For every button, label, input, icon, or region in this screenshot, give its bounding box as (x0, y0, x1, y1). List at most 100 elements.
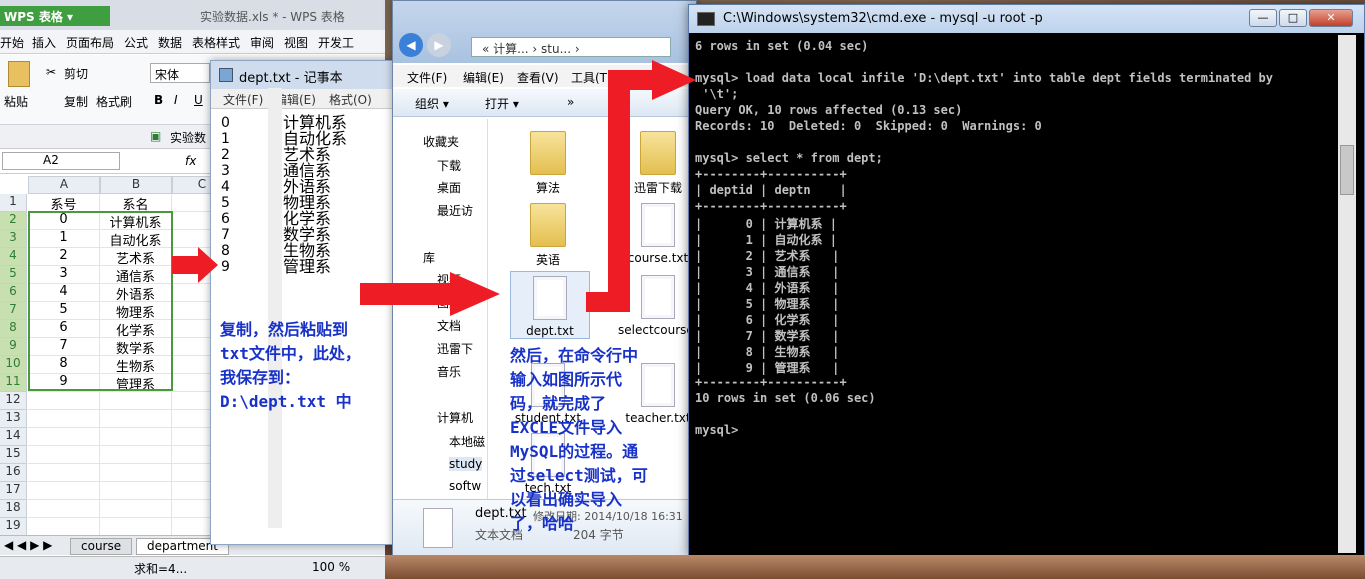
cell-b[interactable]: 系名 (100, 194, 172, 213)
folder-xunlei[interactable]: 迅雷下载 (618, 131, 698, 196)
cut-button[interactable]: 剪切 (64, 65, 88, 82)
explorer-menu-edit[interactable]: 编辑(E) (463, 69, 504, 86)
menu-data[interactable]: 数据 (158, 34, 182, 51)
row-header[interactable]: 6 (0, 284, 27, 302)
row-header[interactable]: 19 (0, 518, 27, 536)
row-header[interactable]: 5 (0, 266, 27, 284)
row-header[interactable]: 17 (0, 482, 27, 500)
row-header[interactable]: 14 (0, 428, 27, 446)
cell-a[interactable] (28, 500, 100, 518)
menu-formula[interactable]: 公式 (124, 34, 148, 51)
document-tab[interactable]: 实验数 (170, 129, 206, 146)
explorer-menu-view[interactable]: 查看(V) (517, 69, 559, 86)
paste-icon[interactable] (8, 61, 30, 87)
paste-button[interactable]: 粘贴 (4, 93, 28, 110)
nav-computer[interactable]: 计算机 (437, 409, 473, 426)
row-header[interactable]: 2 (0, 212, 27, 230)
notepad-menu-file[interactable]: 文件(F) (223, 91, 263, 108)
cell-b[interactable] (100, 500, 172, 518)
cell-b[interactable] (100, 410, 172, 428)
sheet-tab-course[interactable]: course (70, 538, 133, 555)
cell-a[interactable] (28, 428, 100, 446)
nav-study[interactable]: study (449, 457, 483, 471)
fx-icon[interactable]: fx (185, 154, 196, 168)
organize-button[interactable]: 组织 ▾ (415, 95, 449, 112)
cmd-scroll-thumb[interactable] (1340, 145, 1354, 195)
underline-button[interactable]: U (194, 93, 203, 107)
cell-b[interactable] (100, 518, 172, 536)
cell-a[interactable]: 系号 (28, 194, 100, 213)
zoom-level[interactable]: 100 % (312, 560, 350, 574)
nav-software[interactable]: softw (449, 479, 481, 493)
row-header[interactable]: 13 (0, 410, 27, 428)
cell-b[interactable] (100, 392, 172, 410)
menu-insert[interactable]: 插入 (32, 34, 56, 51)
nav-documents[interactable]: 文档 (437, 317, 461, 334)
menu-developer[interactable]: 开发工 (318, 34, 354, 51)
format-painter-button[interactable]: 格式刷 (96, 93, 132, 110)
row-header[interactable]: 1 (0, 194, 27, 212)
open-button[interactable]: 打开 ▾ (485, 95, 519, 112)
cell-a[interactable] (28, 482, 100, 500)
row-header[interactable]: 12 (0, 392, 27, 410)
menu-home[interactable]: 开始 (0, 34, 24, 51)
minimize-button[interactable]: — (1249, 9, 1277, 27)
row-header[interactable]: 10 (0, 356, 27, 374)
nav-recent[interactable]: 最近访 (437, 202, 473, 219)
cell-b[interactable] (100, 446, 172, 464)
column-header-a[interactable]: A (28, 176, 100, 194)
row-header[interactable]: 16 (0, 464, 27, 482)
more-commands-button[interactable]: » (567, 95, 574, 109)
row-header[interactable]: 3 (0, 230, 27, 248)
name-box[interactable]: A2 (2, 152, 120, 170)
sheet-nav-arrows[interactable]: ◀ ◀ ▶ ▶ (4, 538, 52, 552)
close-button[interactable]: ✕ (1309, 9, 1353, 27)
address-bar[interactable]: « 计算... › stu... › (471, 37, 671, 57)
folder-suanfa[interactable]: 算法 (508, 131, 588, 196)
explorer-menu-file[interactable]: 文件(F) (407, 69, 447, 86)
nav-libraries[interactable]: 库 (423, 249, 435, 266)
cmd-scrollbar[interactable] (1338, 35, 1356, 553)
nav-downloads[interactable]: 下载 (437, 157, 461, 174)
wps-app-button[interactable]: WPS 表格 ▾ (0, 6, 110, 26)
cut-icon[interactable]: ✂ (46, 65, 56, 79)
column-header-b[interactable]: B (100, 176, 172, 194)
nav-desktop[interactable]: 桌面 (437, 179, 461, 196)
menu-page-layout[interactable]: 页面布局 (66, 34, 114, 51)
notepad-scrollbar[interactable] (268, 88, 282, 528)
cell-b[interactable] (100, 482, 172, 500)
copy-button[interactable]: 复制 (64, 93, 88, 110)
cell-b[interactable] (100, 428, 172, 446)
row-header[interactable]: 18 (0, 500, 27, 518)
cell-a[interactable] (28, 392, 100, 410)
menu-table-style[interactable]: 表格样式 (192, 34, 240, 51)
row-header[interactable]: 15 (0, 446, 27, 464)
cell-a[interactable] (28, 518, 100, 536)
back-button[interactable]: ◀ (399, 33, 423, 57)
row-header[interactable]: 4 (0, 248, 27, 266)
font-select[interactable]: 宋体 (150, 63, 210, 83)
explorer-menu-tools[interactable]: 工具(T) (571, 69, 612, 86)
file-selectcourse[interactable]: selectcourse.txt (618, 275, 714, 337)
row-header[interactable]: 8 (0, 320, 27, 338)
cell-a[interactable] (28, 464, 100, 482)
row-header[interactable]: 7 (0, 302, 27, 320)
forward-button[interactable]: ▶ (427, 33, 451, 57)
folder-english[interactable]: 英语 (508, 203, 588, 268)
file-dept[interactable]: dept.txt (510, 271, 590, 339)
row-header[interactable]: 11 (0, 374, 27, 392)
menu-view[interactable]: 视图 (284, 34, 308, 51)
italic-button[interactable]: I (174, 93, 178, 107)
file-course[interactable]: course.txt (618, 203, 698, 265)
nav-local-disk[interactable]: 本地磁 (449, 433, 485, 450)
row-header[interactable]: 9 (0, 338, 27, 356)
nav-xunlei[interactable]: 迅雷下 (437, 340, 473, 357)
notepad-menu-format[interactable]: 格式(O) (329, 91, 372, 108)
cell-a[interactable] (28, 410, 100, 428)
menu-review[interactable]: 审阅 (250, 34, 274, 51)
cell-b[interactable] (100, 464, 172, 482)
nav-favorites[interactable]: 收藏夹 (423, 133, 459, 150)
cell-a[interactable] (28, 446, 100, 464)
nav-music[interactable]: 音乐 (437, 363, 461, 380)
maximize-button[interactable]: □ (1279, 9, 1307, 27)
